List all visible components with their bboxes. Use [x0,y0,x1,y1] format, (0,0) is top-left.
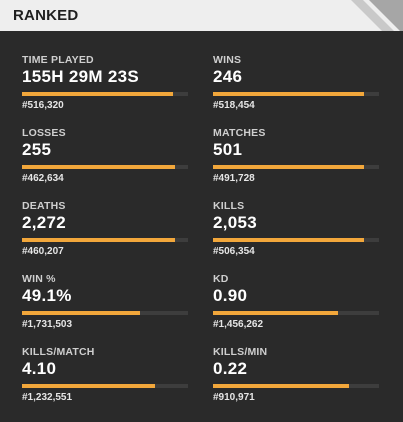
stat-value: 255 [22,140,52,159]
stat-label: DEATHS [22,200,66,212]
stat-win-percent: WIN % 49.1% #1,731,503 [22,273,188,346]
stat-rank: #910,971 [213,392,255,403]
stat-progress-bar [22,384,188,388]
stat-label: TIME PLAYED [22,54,94,66]
stat-progress-bar [213,238,379,242]
stat-label: KILLS/MIN [213,346,268,358]
stat-progress-fill [213,238,365,242]
stat-rank: #460,207 [22,246,64,257]
stat-kd: KD 0.90 #1,456,262 [213,273,379,346]
stat-progress-fill [22,238,175,242]
stat-label: KILLS [213,200,245,212]
stat-value: 49.1% [22,286,72,305]
stat-progress-bar [22,238,188,242]
stat-value: 246 [213,67,243,86]
stat-progress-fill [213,92,365,96]
stat-kills-per-match: KILLS/MATCH 4.10 #1,232,551 [22,346,188,419]
stat-value: 2,053 [213,213,258,232]
stat-kills: KILLS 2,053 #506,354 [213,200,379,273]
stat-value: 0.22 [213,359,248,378]
stat-value: 0.90 [213,286,248,305]
stat-progress-fill [213,165,365,169]
stat-progress-bar [22,311,188,315]
stat-deaths: DEATHS 2,272 #460,207 [22,200,188,273]
stat-rank: #1,232,551 [22,392,73,403]
stat-progress-bar [213,165,379,169]
stat-wins: WINS 246 #518,454 [213,54,379,127]
stat-rank: #462,634 [22,173,64,184]
panel-title: RANKED [13,7,79,24]
stat-rank: #518,454 [213,100,255,111]
stat-label: MATCHES [213,127,266,139]
stat-progress-fill [213,384,350,388]
stat-label: WIN % [22,273,56,285]
stat-rank: #491,728 [213,173,255,184]
stat-progress-bar [213,92,379,96]
stat-value: 4.10 [22,359,57,378]
stat-progress-fill [22,92,174,96]
stat-label: KILLS/MATCH [22,346,95,358]
stat-progress-bar [22,92,188,96]
header-stripe-decoration [351,0,403,31]
stat-rank: #516,320 [22,100,64,111]
stat-label: WINS [213,54,242,66]
stat-label: LOSSES [22,127,66,139]
stat-progress-bar [22,165,188,169]
stat-progress-fill [22,311,140,315]
stat-value: 501 [213,140,243,159]
stat-value: 155H 29M 23S [22,67,140,86]
stat-rank: #506,354 [213,246,255,257]
stats-grid: TIME PLAYED 155H 29M 23S #516,320 WINS 2… [22,54,382,419]
stat-value: 2,272 [22,213,67,232]
stat-progress-bar [213,384,379,388]
stat-losses: LOSSES 255 #462,634 [22,127,188,200]
stat-label: KD [213,273,229,285]
stat-progress-bar [213,311,379,315]
ranked-stats-panel: RANKED TIME PLAYED 155H 29M 23S #516,320… [0,0,403,422]
stat-matches: MATCHES 501 #491,728 [213,127,379,200]
stat-rank: #1,731,503 [22,319,73,330]
stat-progress-fill [213,311,338,315]
stat-kills-per-min: KILLS/MIN 0.22 #910,971 [213,346,379,419]
stat-progress-fill [22,165,175,169]
stat-time-played: TIME PLAYED 155H 29M 23S #516,320 [22,54,188,127]
panel-header: RANKED [0,0,403,31]
stat-progress-fill [22,384,155,388]
stat-rank: #1,456,262 [213,319,264,330]
